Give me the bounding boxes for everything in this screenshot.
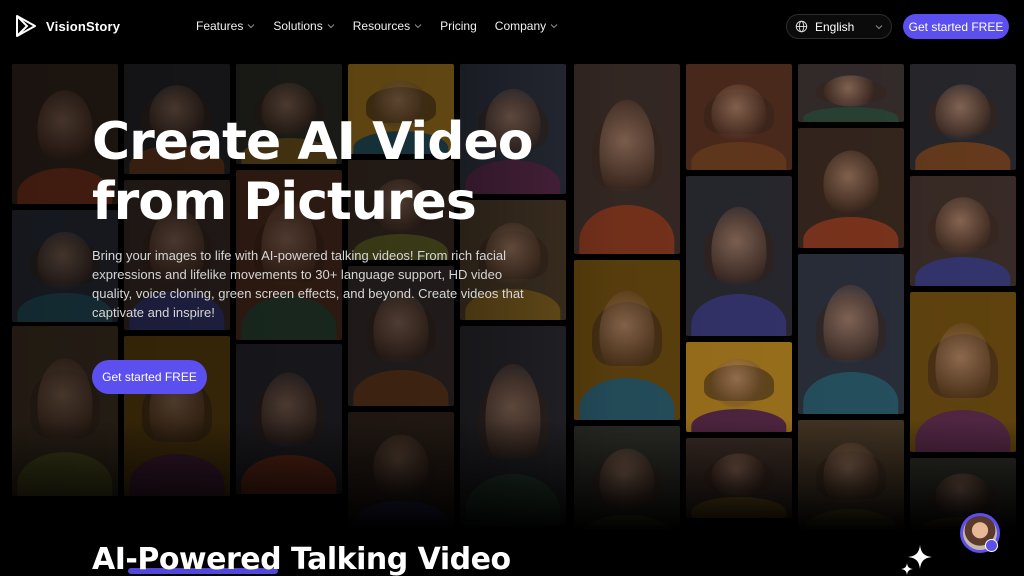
language-label: English [815,19,855,34]
section-title: AI-Powered Talking Video [92,542,511,576]
chevron-down-icon [327,24,335,29]
nav-company-label: Company [494,19,547,33]
portrait-body [579,378,675,420]
portrait-face [823,442,879,508]
portrait-body [915,257,1011,286]
portrait-tile [798,128,904,248]
portrait-face [823,75,879,107]
nav-solutions[interactable]: Solutions [273,19,335,33]
portrait-face [935,84,991,142]
nav-pricing[interactable]: Pricing [440,19,477,33]
portrait-tile [910,292,1016,452]
portrait-body [17,451,113,496]
nav-resources-label: Resources [352,19,411,33]
portrait-body [691,408,787,432]
portrait-body [579,514,675,534]
brand-name: VisionStory [46,18,121,34]
portrait-body [915,410,1011,452]
portrait-face [485,364,541,472]
chevron-down-icon [414,24,422,29]
portrait-tile [460,326,566,526]
portrait-face [711,84,767,142]
portrait-body [691,142,787,170]
hero-title: Create AI Video from Pictures [92,112,612,232]
portrait-face [711,206,767,293]
hero-title-line-2: from Pictures [92,172,477,232]
portrait-face [37,90,93,167]
portrait-face [261,372,317,454]
portrait-face [823,150,879,216]
portrait-tile [686,342,792,432]
site-header: VisionStory Features Solutions Resources… [0,0,1024,52]
portrait-tile [686,64,792,170]
portrait-face [599,290,655,377]
portrait-tile [574,426,680,534]
portrait-tile [686,176,792,336]
portrait-face [37,231,93,292]
main-nav: Features Solutions Resources Pricing Com… [196,0,558,52]
portrait-tile [686,438,792,518]
headset-badge-icon [985,539,998,552]
get-started-hero-button[interactable]: Get started FREE [92,360,207,394]
portrait-body [129,454,225,496]
chevron-down-icon [550,24,558,29]
portrait-tile [12,326,118,496]
portrait-body [241,455,337,494]
nav-features[interactable]: Features [196,19,255,33]
portrait-body [915,142,1011,170]
portrait-body [691,497,787,518]
portrait-tile [574,260,680,420]
nav-company[interactable]: Company [495,19,558,33]
nav-features-label: Features [196,19,244,33]
portrait-face [935,322,991,409]
play-logo-icon [16,15,36,37]
hero-title-line-1: Create AI Video [92,112,533,172]
portrait-body [465,474,561,526]
hero-subtitle: Bring your images to life with AI-powere… [92,248,524,320]
portrait-body [803,508,899,534]
portrait-face [935,473,991,517]
portrait-tile [910,176,1016,286]
sparkle-icon [901,545,932,575]
portrait-tile [798,254,904,414]
portrait-body [803,106,899,122]
portrait-body [803,216,899,248]
portrait-body [353,500,449,532]
portrait-body [691,294,787,336]
chevron-down-icon [875,25,883,30]
portrait-face [373,434,429,500]
portrait-tile [236,344,342,494]
globe-icon [795,20,808,33]
get-started-header-button[interactable]: Get started FREE [903,14,1009,39]
portrait-body [353,369,449,406]
support-chat-button[interactable] [960,513,1000,553]
portrait-body [803,372,899,414]
brand-logo[interactable]: VisionStory [14,14,120,38]
nav-pricing-label: Pricing [440,19,477,33]
portrait-face [711,359,767,408]
portrait-tile [798,64,904,122]
portrait-face [599,448,655,514]
nav-solutions-label: Solutions [273,19,323,33]
chevron-down-icon [247,24,255,29]
portrait-face [935,196,991,257]
portrait-face [37,358,93,451]
portrait-face [823,284,879,371]
nav-resources[interactable]: Resources [353,19,422,33]
portrait-face [711,453,767,497]
language-selector[interactable]: English [786,14,892,39]
portrait-tile [348,412,454,532]
portrait-tile [910,64,1016,170]
portrait-tile [798,420,904,534]
